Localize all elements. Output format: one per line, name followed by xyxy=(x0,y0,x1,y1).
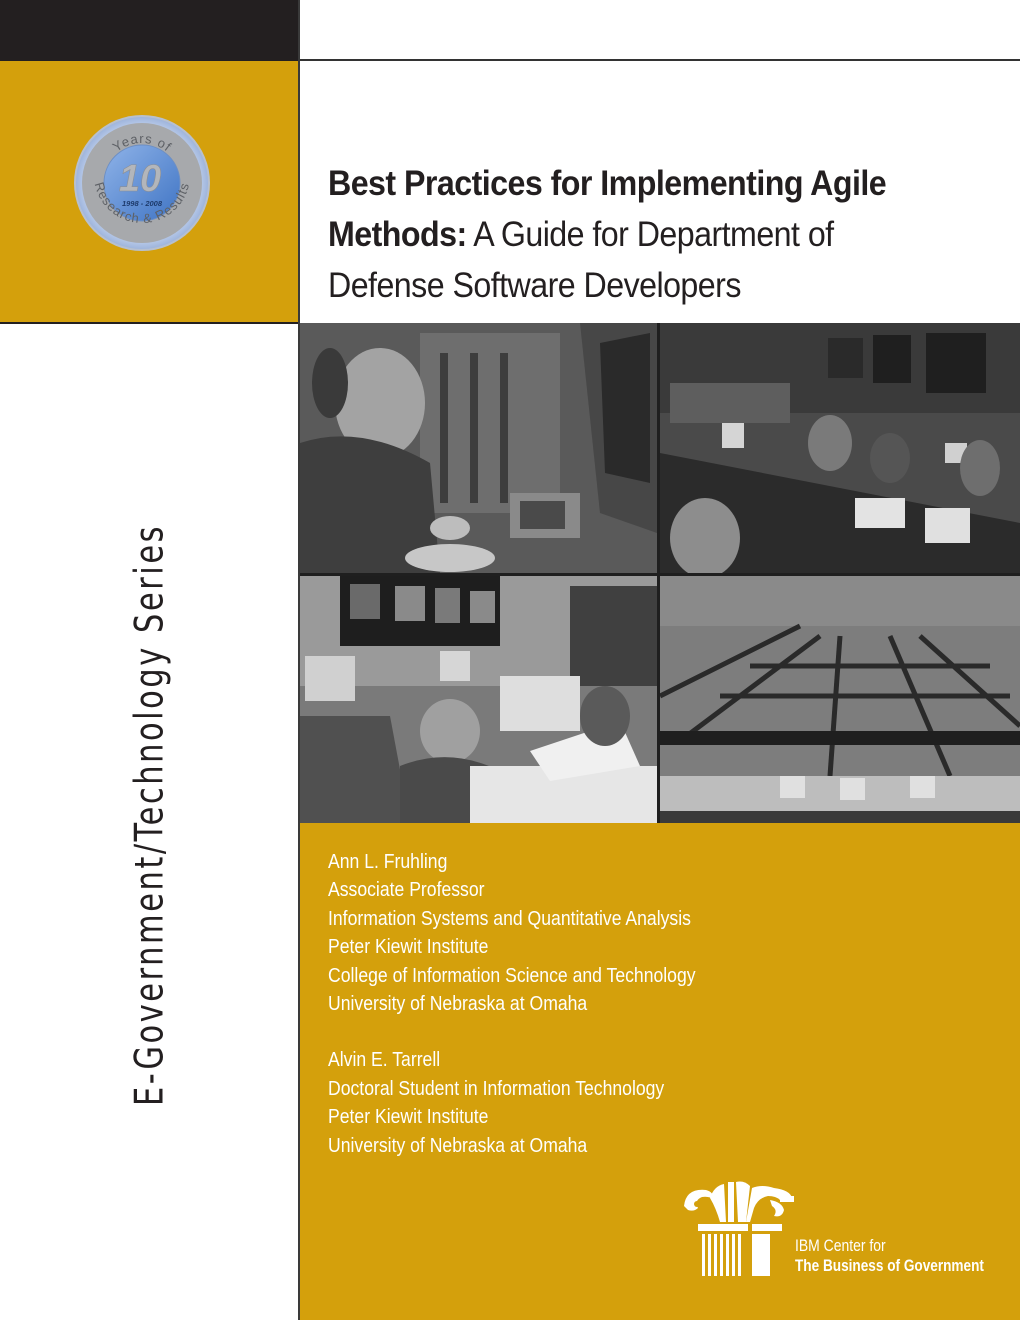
top-divider xyxy=(298,59,1020,61)
photo-hangar-facility-overview xyxy=(660,576,1020,823)
photo-image xyxy=(300,323,657,573)
title-line-3: Defense Software Developers xyxy=(328,260,954,311)
title-bold-line: Best Practices for Implementing Agile xyxy=(328,164,887,203)
author-name: Alvin E. Tarrell xyxy=(328,1049,441,1072)
author-name: Ann L. Fruhling xyxy=(328,851,448,873)
author-affiliation-line: Doctoral Student in Information Technolo… xyxy=(328,1077,665,1100)
seal-badge-icon: Years of Research & Results 10 1998 - 20… xyxy=(74,115,210,251)
publisher-name: IBM Center for The Business of Governmen… xyxy=(795,1236,1020,1276)
subtitle-part-1: A Guide for Department of xyxy=(466,215,834,254)
series-label-container: E-Government/Technology Series xyxy=(120,465,180,1165)
author-list: Ann L. Fruhling Associate Professor Info… xyxy=(328,848,746,1160)
title-line-2: Methods: A Guide for Department of xyxy=(328,209,954,260)
author-affiliation-line: Peter Kiewit Institute xyxy=(328,936,489,959)
series-label-text: E-Government/Technology Series xyxy=(127,523,173,1107)
author-block: Ann L. Fruhling Associate Professor Info… xyxy=(328,848,746,1018)
author-affiliation-line: Associate Professor xyxy=(328,879,485,902)
author-spacer xyxy=(328,1018,746,1046)
publisher-logo: IBM Center for The Business of Governmen… xyxy=(680,1178,1000,1288)
title-bold-methods: Methods: xyxy=(328,215,467,254)
author-block: Alvin E. Tarrell Doctoral Student in Inf… xyxy=(328,1046,746,1160)
seal-years: 1998 - 2008 xyxy=(122,199,163,208)
author-affiliation-line: College of Information Science and Techn… xyxy=(328,964,696,987)
photo-grid xyxy=(300,323,1020,823)
author-affiliation-line: University of Nebraska at Omaha xyxy=(328,993,588,1016)
publisher-line-2: The Business of Government xyxy=(795,1256,984,1275)
author-affiliation-line: Information Systems and Quantitative Ana… xyxy=(328,907,691,930)
vertical-divider xyxy=(298,0,300,1320)
seal-number: 10 xyxy=(119,158,161,200)
anniversary-seal: Years of Research & Results 10 1998 - 20… xyxy=(72,113,212,253)
header-black-bar xyxy=(0,0,298,61)
column-graphic xyxy=(684,1181,794,1276)
photo-command-center-briefing xyxy=(660,323,1020,573)
title-line-1: Best Practices for Implementing Agile xyxy=(328,158,954,209)
photo-image xyxy=(660,323,1020,573)
photo-operations-room-workstations xyxy=(300,576,657,823)
series-label: E-Government/Technology Series xyxy=(128,442,173,1188)
photo-image xyxy=(300,576,657,823)
left-panel-divider xyxy=(0,322,300,324)
author-affiliation-line: University of Nebraska at Omaha xyxy=(328,1134,588,1157)
document-title: Best Practices for Implementing Agile Me… xyxy=(328,158,954,311)
photo-operator-at-console xyxy=(300,323,657,573)
publisher-line-1: IBM Center for xyxy=(795,1236,886,1255)
author-affiliation-line: Peter Kiewit Institute xyxy=(328,1106,489,1129)
photo-image xyxy=(660,576,1020,823)
ionic-column-icon xyxy=(680,1178,800,1278)
subtitle-part-2: Defense Software Developers xyxy=(328,266,741,305)
